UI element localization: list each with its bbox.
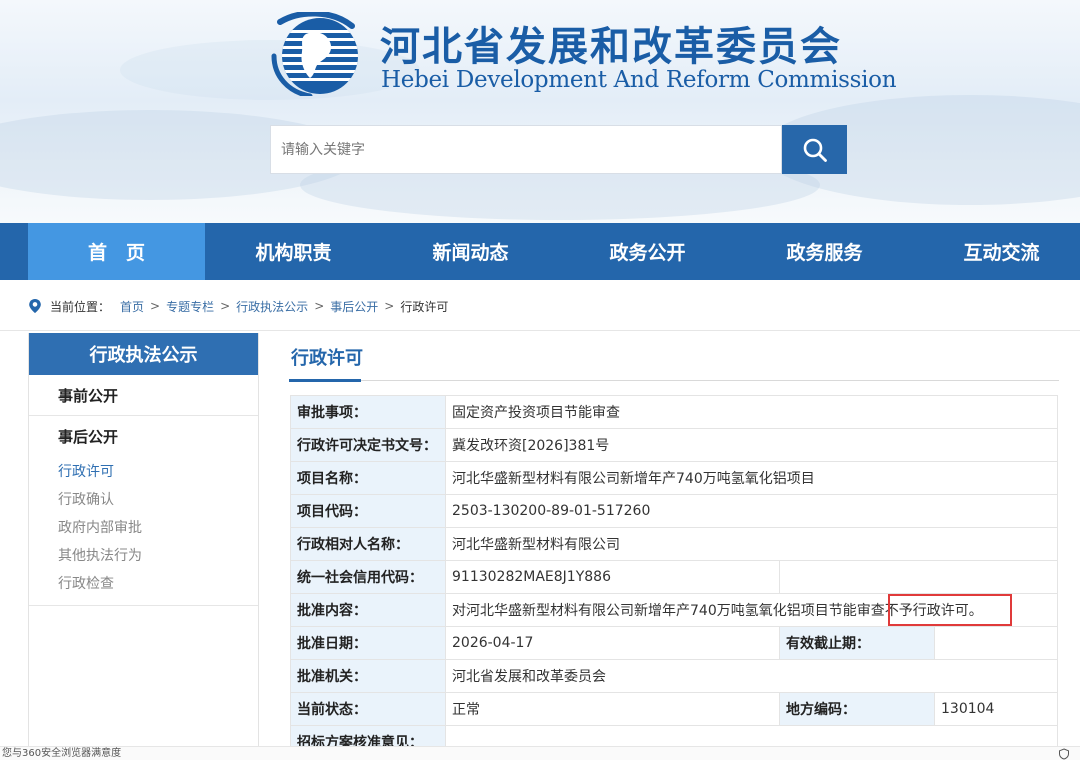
site-header: 河北省发展和改革委员会 Hebei Development And Reform…: [0, 0, 1080, 223]
row-label: 审批事项：: [290, 395, 446, 429]
row-value: [934, 626, 1058, 660]
breadcrumb-link-topics[interactable]: 专题专栏: [166, 298, 214, 315]
row-label: 有效截止期：: [779, 626, 935, 660]
row-value: 对河北华盛新型材料有限公司新增年产740万吨氢氧化铝项目节能审查不予行政许可。: [445, 593, 1058, 627]
row-label: 项目名称：: [290, 461, 446, 495]
breadcrumb-prefix: 当前位置：: [50, 299, 111, 314]
table-row: 项目代码： 2503-130200-89-01-517260: [290, 494, 1058, 528]
row-value: 2026-04-17: [445, 626, 780, 660]
table-row: 行政相对人名称： 河北华盛新型材料有限公司: [290, 527, 1058, 561]
nav-item-interaction[interactable]: 互动交流: [913, 223, 1080, 280]
row-label: 行政许可决定书文号：: [290, 428, 446, 462]
table-row: 项目名称： 河北华盛新型材料有限公司新增年产740万吨氢氧化铝项目: [290, 461, 1058, 495]
sidebar-item-admin-confirm[interactable]: 行政确认: [29, 485, 258, 513]
breadcrumb-separator: >: [314, 299, 325, 313]
nav-item-institution[interactable]: 机构职责: [205, 223, 382, 280]
nav-item-gov-affairs-open[interactable]: 政务公开: [559, 223, 736, 280]
row-value: 130104: [934, 692, 1058, 726]
row-label: 批准日期：: [290, 626, 446, 660]
row-value: 2503-130200-89-01-517260: [445, 494, 1058, 528]
table-row: 行政许可决定书文号： 冀发改环资[2026]381号: [290, 428, 1058, 462]
search-icon: [803, 138, 827, 162]
row-label: 项目代码：: [290, 494, 446, 528]
nav-item-news[interactable]: 新闻动态: [382, 223, 559, 280]
table-row: 批准内容： 对河北华盛新型材料有限公司新增年产740万吨氢氧化铝项目节能审查不予…: [290, 593, 1058, 627]
site-title-en: Hebei Development And Reform Commission: [381, 67, 897, 93]
table-row: 当前状态： 正常 地方编码： 130104: [290, 692, 1058, 726]
row-value: 河北华盛新型材料有限公司新增年产740万吨氢氧化铝项目: [445, 461, 1058, 495]
sidebar-sub-list: 行政许可 行政确认 政府内部审批 其他执法行为 行政检查: [29, 457, 258, 606]
search-box: [270, 125, 782, 174]
breadcrumb: 当前位置： 首页 > 专题专栏 > 行政执法公示 > 事后公开 > 行政许可: [28, 296, 448, 316]
nav-spacer: [0, 223, 28, 280]
table-row: 统一社会信用代码： 91130282MAE8J1Y886: [290, 560, 1058, 594]
nav-item-gov-service[interactable]: 政务服务: [736, 223, 913, 280]
row-label: 批准内容：: [290, 593, 446, 627]
sidebar-section-after[interactable]: 事后公开: [29, 416, 258, 457]
breadcrumb-link-home[interactable]: 首页: [120, 298, 144, 315]
main-nav: 首 页 机构职责 新闻动态 政务公开 政务服务 互动交流: [0, 223, 1080, 280]
sidebar-item-internal-approval[interactable]: 政府内部审批: [29, 513, 258, 541]
status-text: 您与360安全浏览器满意度: [2, 748, 122, 759]
row-value: 河北省发展和改革委员会: [445, 659, 1058, 693]
search-button[interactable]: [782, 125, 847, 174]
row-empty-cell: [779, 560, 1058, 594]
divider: [0, 330, 1080, 331]
row-value: 固定资产投资项目节能审查: [445, 395, 1058, 429]
breadcrumb-current: 行政许可: [400, 299, 449, 314]
license-info-table: 审批事项： 固定资产投资项目节能审查 行政许可决定书文号： 冀发改环资[2026…: [290, 395, 1058, 759]
row-value: 冀发改环资[2026]381号: [445, 428, 1058, 462]
table-row: 批准机关： 河北省发展和改革委员会: [290, 659, 1058, 693]
sidebar-item-other-enforcement[interactable]: 其他执法行为: [29, 541, 258, 569]
breadcrumb-link-enforcement[interactable]: 行政执法公示: [236, 298, 308, 315]
row-value: 河北华盛新型材料有限公司: [445, 527, 1058, 561]
row-label: 批准机关：: [290, 659, 446, 693]
breadcrumb-separator: >: [220, 299, 231, 313]
row-value: 正常: [445, 692, 780, 726]
table-row: 批准日期： 2026-04-17 有效截止期：: [290, 626, 1058, 660]
sidebar-item-admin-inspection[interactable]: 行政检查: [29, 569, 258, 597]
search-input[interactable]: [271, 126, 781, 173]
nav-item-home[interactable]: 首 页: [28, 223, 205, 280]
page-title: 行政许可: [291, 348, 363, 369]
title-accent-bar: [289, 379, 361, 382]
breadcrumb-separator: >: [150, 299, 161, 313]
table-row: 审批事项： 固定资产投资项目节能审查: [290, 395, 1058, 429]
breadcrumb-link-after-disclosure[interactable]: 事后公开: [330, 298, 378, 315]
row-value: 91130282MAE8J1Y886: [445, 560, 780, 594]
sidebar-section-before[interactable]: 事前公开: [29, 375, 258, 416]
site-title-cn: 河北省发展和改革委员会: [380, 24, 842, 70]
commission-logo-icon[interactable]: [270, 12, 362, 96]
sidebar: 行政执法公示 事前公开 事后公开 行政许可 行政确认 政府内部审批 其他执法行为…: [28, 333, 259, 760]
shield-icon[interactable]: [1058, 748, 1070, 760]
location-pin-icon: [29, 299, 41, 313]
row-label: 地方编码：: [779, 692, 935, 726]
sidebar-item-admin-license[interactable]: 行政许可: [29, 457, 258, 485]
row-label: 行政相对人名称：: [290, 527, 446, 561]
title-underline: [289, 380, 1059, 381]
row-label: 当前状态：: [290, 692, 446, 726]
breadcrumb-separator: >: [384, 299, 395, 313]
browser-status-bar: 您与360安全浏览器满意度: [0, 746, 1080, 760]
sidebar-heading: 行政执法公示: [29, 333, 258, 375]
row-label: 统一社会信用代码：: [290, 560, 446, 594]
